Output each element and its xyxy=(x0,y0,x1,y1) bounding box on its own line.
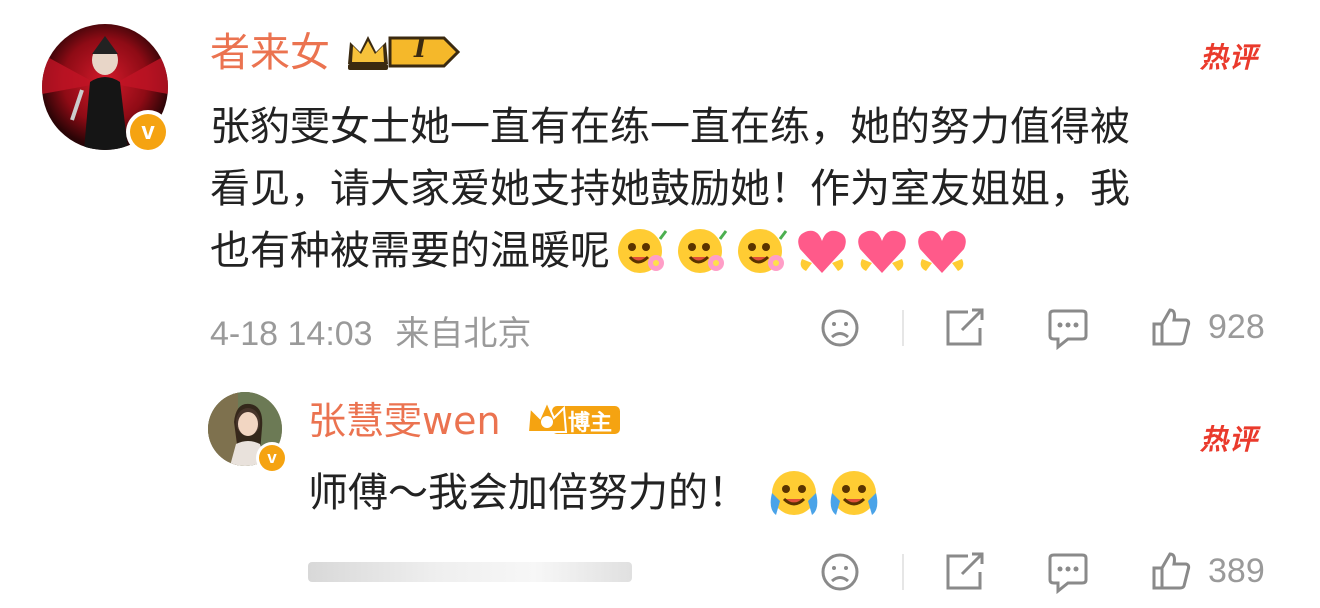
dislike-icon[interactable] xyxy=(820,308,860,348)
verified-badge: v xyxy=(126,110,170,154)
blogger-badge[interactable]: 博主 xyxy=(526,398,622,440)
divider xyxy=(902,554,904,590)
divider xyxy=(902,310,904,346)
heart-emoji xyxy=(798,230,846,273)
reply-username[interactable]: 张慧雯wen xyxy=(308,396,501,446)
comment-icon[interactable] xyxy=(1046,552,1090,594)
reply-text-line: 师傅～我会加倍努力的！ xyxy=(308,470,748,516)
heart-emoji xyxy=(858,230,906,273)
comment-meta: 4-18 14:03 来自北京 xyxy=(210,306,531,355)
hot-comment-badge: 热评 xyxy=(1200,41,1259,74)
share-icon[interactable] xyxy=(944,308,986,348)
comment-icon[interactable] xyxy=(1046,308,1090,350)
comment-text-line: 也有种被需要的温暖呢 xyxy=(210,220,1270,282)
like-icon[interactable] xyxy=(1150,306,1192,348)
dislike-icon[interactable] xyxy=(820,552,860,592)
like-count: 389 xyxy=(1208,552,1265,590)
like-count: 928 xyxy=(1208,308,1265,346)
level-number: I xyxy=(414,34,427,64)
blogger-badge-label: 博主 xyxy=(568,411,613,436)
comment-text-line: 张豹雯女士她一直有在练一直在练，她的努力值得被 xyxy=(210,104,1130,150)
crown-icon xyxy=(348,36,461,70)
comment-text-line3: 也有种被需要的温暖呢 xyxy=(210,228,610,274)
location: 来自北京 xyxy=(395,314,532,354)
comment-text: 张豹雯女士她一直有在练一直在练，她的努力值得被 看见，请大家爱她支持她鼓励她！作… xyxy=(210,96,1270,282)
crying-smile-emoji xyxy=(830,471,878,515)
share-icon[interactable] xyxy=(944,552,986,592)
crying-smile-emoji xyxy=(770,471,818,515)
like-icon[interactable] xyxy=(1150,550,1192,592)
verified-badge: v xyxy=(256,442,288,474)
timestamp: 4-18 14:03 xyxy=(210,315,373,353)
flower-smile-emoji xyxy=(738,229,788,273)
flower-smile-emoji xyxy=(618,229,668,273)
heart-emoji xyxy=(918,230,966,273)
level-badge[interactable]: I xyxy=(344,30,462,74)
redacted-meta xyxy=(308,562,632,582)
comment-username[interactable]: 者来女 xyxy=(210,26,330,80)
flower-smile-emoji xyxy=(678,229,728,273)
comment-text-line: 看见，请大家爱她支持她鼓励她！作为室友姐姐，我 xyxy=(210,166,1130,212)
reply-text: 师傅～我会加倍努力的！ xyxy=(308,462,882,524)
hot-comment-badge: 热评 xyxy=(1200,423,1259,456)
